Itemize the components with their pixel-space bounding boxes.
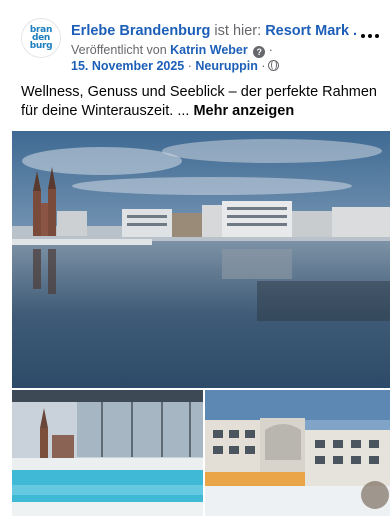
post-meta-line: 15. November 2025 · Neuruppin ·	[71, 59, 279, 73]
location-link[interactable]: Resort Mark ...	[265, 23, 356, 39]
globe-icon	[267, 60, 279, 71]
page-avatar[interactable]: bran den burg	[21, 18, 61, 58]
avatar-logo-text: bran den burg	[29, 25, 53, 51]
published-by-line: Veröffentlicht von Katrin Weber ? ·	[71, 43, 273, 58]
page-name-link[interactable]: Erlebe Brandenburg	[71, 23, 210, 39]
hotel-photo[interactable]	[205, 390, 390, 516]
published-by-text: Veröffentlicht von	[71, 43, 167, 57]
info-icon[interactable]: ?	[253, 46, 266, 58]
post-caption: Wellness, Genuss und Seeblick – der perf…	[21, 83, 383, 121]
author-link[interactable]: Katrin Weber	[170, 43, 248, 57]
main-photo[interactable]	[12, 131, 390, 388]
place-link[interactable]: Neuruppin	[195, 59, 258, 73]
post-header-line: Erlebe Brandenburg ist hier: Resort Mark…	[71, 23, 356, 39]
is-here-text: ist hier:	[214, 23, 262, 39]
post-date-link[interactable]: 15. November 2025	[71, 59, 184, 73]
show-more-link[interactable]: Mehr anzeigen	[193, 103, 294, 119]
more-options-icon[interactable]	[358, 28, 382, 44]
facebook-post: bran den burg Erlebe Brandenburg ist hier:…	[0, 0, 390, 516]
pool-photo[interactable]	[12, 390, 203, 516]
